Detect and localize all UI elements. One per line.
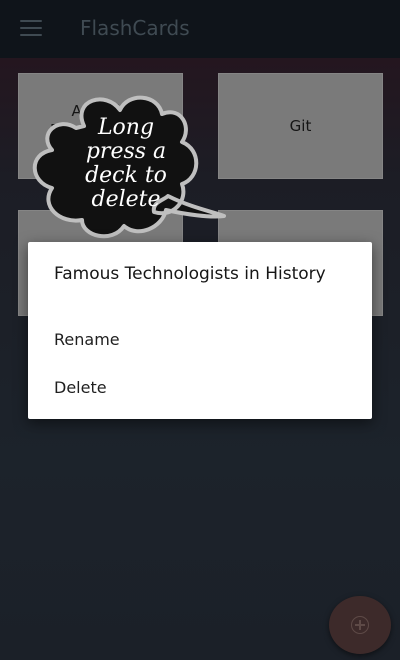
add-deck-button[interactable] (329, 596, 391, 654)
dialog-title: Famous Technologists in History (54, 264, 326, 284)
hamburger-menu-icon[interactable] (20, 20, 42, 36)
deck-options-dialog: Famous Technologists in History Rename D… (28, 242, 372, 419)
rename-option[interactable]: Rename (54, 325, 354, 355)
long-press-hint-bubble: Long press a deck to delete (24, 88, 230, 248)
delete-option[interactable]: Delete (54, 373, 354, 403)
deck-label: Git (289, 117, 312, 135)
hint-text: Long press a deck to delete (85, 115, 167, 212)
add-circle-icon (351, 616, 369, 634)
app-title: FlashCards (80, 16, 190, 40)
deck-tile-git[interactable]: Git (218, 73, 383, 179)
app-bar: FlashCards (0, 0, 400, 58)
